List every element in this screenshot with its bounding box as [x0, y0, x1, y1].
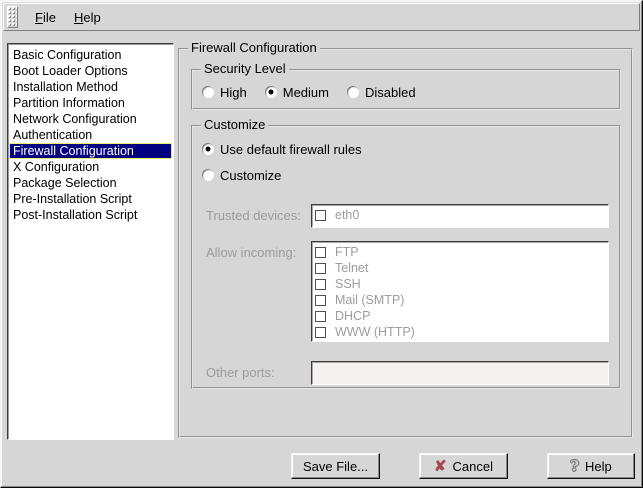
- allow-incoming-telnet: Telnet: [315, 260, 605, 276]
- menubar-grip-handle[interactable]: [7, 6, 18, 28]
- checkbox-eth0-icon: [315, 210, 326, 221]
- checkbox-www-http-label: WWW (HTTP): [335, 325, 415, 339]
- save-file-button-label: Save File...: [303, 459, 368, 474]
- checkbox-mail-smtp-label: Mail (SMTP): [335, 293, 404, 307]
- menu-file-label: File: [35, 10, 56, 25]
- allow-incoming-list: FTP Telnet SSH Mail (SMTP) DHCP: [311, 241, 609, 342]
- radio-use-default-firewall-rules[interactable]: Use default firewall rules: [202, 141, 362, 157]
- allow-incoming-dhcp: DHCP: [315, 308, 605, 324]
- sidebar-item-authentication[interactable]: Authentication: [9, 127, 172, 143]
- checkbox-ssh-icon: [315, 279, 326, 290]
- radio-use-default-label: Use default firewall rules: [220, 142, 362, 157]
- sidebar-item-firewall-configuration[interactable]: Firewall Configuration: [9, 143, 172, 159]
- security-level-options: High Medium Disabled: [202, 84, 416, 100]
- help-button-label: Help: [585, 459, 612, 474]
- menu-file[interactable]: File: [26, 7, 65, 28]
- radio-customize[interactable]: Customize: [202, 167, 281, 183]
- checkbox-ssh-label: SSH: [335, 277, 361, 291]
- other-ports-input: [311, 361, 609, 385]
- help-question-icon: ?: [570, 459, 579, 474]
- allow-incoming-ftp: FTP: [315, 244, 605, 260]
- checkbox-dhcp-icon: [315, 311, 326, 322]
- radio-high-icon[interactable]: [202, 86, 214, 98]
- radio-customize-label: Customize: [220, 168, 281, 183]
- radio-high-label: High: [220, 85, 247, 100]
- checkbox-eth0-label: eth0: [335, 208, 359, 222]
- sidebar-item-boot-loader-options[interactable]: Boot Loader Options: [9, 63, 172, 79]
- checkbox-telnet-icon: [315, 263, 326, 274]
- radio-medium-label: Medium: [283, 85, 329, 100]
- section-list: Basic Configuration Boot Loader Options …: [7, 43, 174, 440]
- help-button[interactable]: ? Help: [547, 453, 635, 479]
- checkbox-telnet-label: Telnet: [335, 261, 368, 275]
- cancel-x-icon: ✘: [434, 459, 447, 474]
- allow-incoming-mail-smtp: Mail (SMTP): [315, 292, 605, 308]
- sidebar-item-network-configuration[interactable]: Network Configuration: [9, 111, 172, 127]
- sidebar-item-pre-installation-script[interactable]: Pre-Installation Script: [9, 191, 172, 207]
- customize-title: Customize: [201, 118, 268, 132]
- trusted-devices-list: eth0: [311, 204, 609, 228]
- checkbox-dhcp-label: DHCP: [335, 309, 370, 323]
- radio-medium[interactable]: Medium: [265, 84, 329, 100]
- customize-frame: Customize Use default firewall rules Cus…: [191, 125, 621, 389]
- sidebar-item-basic-configuration[interactable]: Basic Configuration: [9, 47, 172, 63]
- radio-high[interactable]: High: [202, 84, 247, 100]
- radio-medium-icon[interactable]: [265, 86, 277, 98]
- trusted-device-eth0: eth0: [315, 207, 605, 223]
- checkbox-ftp-label: FTP: [335, 245, 359, 259]
- panel-title: Firewall Configuration: [188, 41, 320, 55]
- menu-help[interactable]: Help: [65, 7, 110, 28]
- security-level-frame: Security Level High Medium Disabled: [191, 69, 621, 110]
- radio-disabled[interactable]: Disabled: [347, 84, 416, 100]
- sidebar-item-installation-method[interactable]: Installation Method: [9, 79, 172, 95]
- radio-disabled-label: Disabled: [365, 85, 416, 100]
- menubar: File Help: [3, 3, 640, 31]
- allow-incoming-label: Allow incoming:: [206, 245, 296, 260]
- save-file-button[interactable]: Save File...: [291, 453, 380, 479]
- radio-customize-icon[interactable]: [202, 169, 214, 181]
- radio-disabled-icon[interactable]: [347, 86, 359, 98]
- menu-help-label: Help: [74, 10, 101, 25]
- cancel-button[interactable]: ✘ Cancel: [419, 453, 508, 479]
- allow-incoming-ssh: SSH: [315, 276, 605, 292]
- firewall-configuration-frame: Firewall Configuration Security Level Hi…: [178, 48, 633, 438]
- sidebar-item-partition-information[interactable]: Partition Information: [9, 95, 172, 111]
- radio-use-default-icon[interactable]: [202, 143, 214, 155]
- trusted-devices-label: Trusted devices:: [206, 208, 301, 223]
- other-ports-label: Other ports:: [206, 365, 275, 380]
- kickstart-configurator-window: File Help Basic Configuration Boot Loade…: [0, 0, 643, 488]
- security-level-title: Security Level: [201, 62, 289, 76]
- allow-incoming-www-http: WWW (HTTP): [315, 324, 605, 340]
- cancel-button-label: Cancel: [453, 459, 493, 474]
- sidebar-item-package-selection[interactable]: Package Selection: [9, 175, 172, 191]
- sidebar-item-x-configuration[interactable]: X Configuration: [9, 159, 172, 175]
- sidebar-item-post-installation-script[interactable]: Post-Installation Script: [9, 207, 172, 223]
- checkbox-ftp-icon: [315, 247, 326, 258]
- checkbox-www-http-icon: [315, 327, 326, 338]
- checkbox-mail-smtp-icon: [315, 295, 326, 306]
